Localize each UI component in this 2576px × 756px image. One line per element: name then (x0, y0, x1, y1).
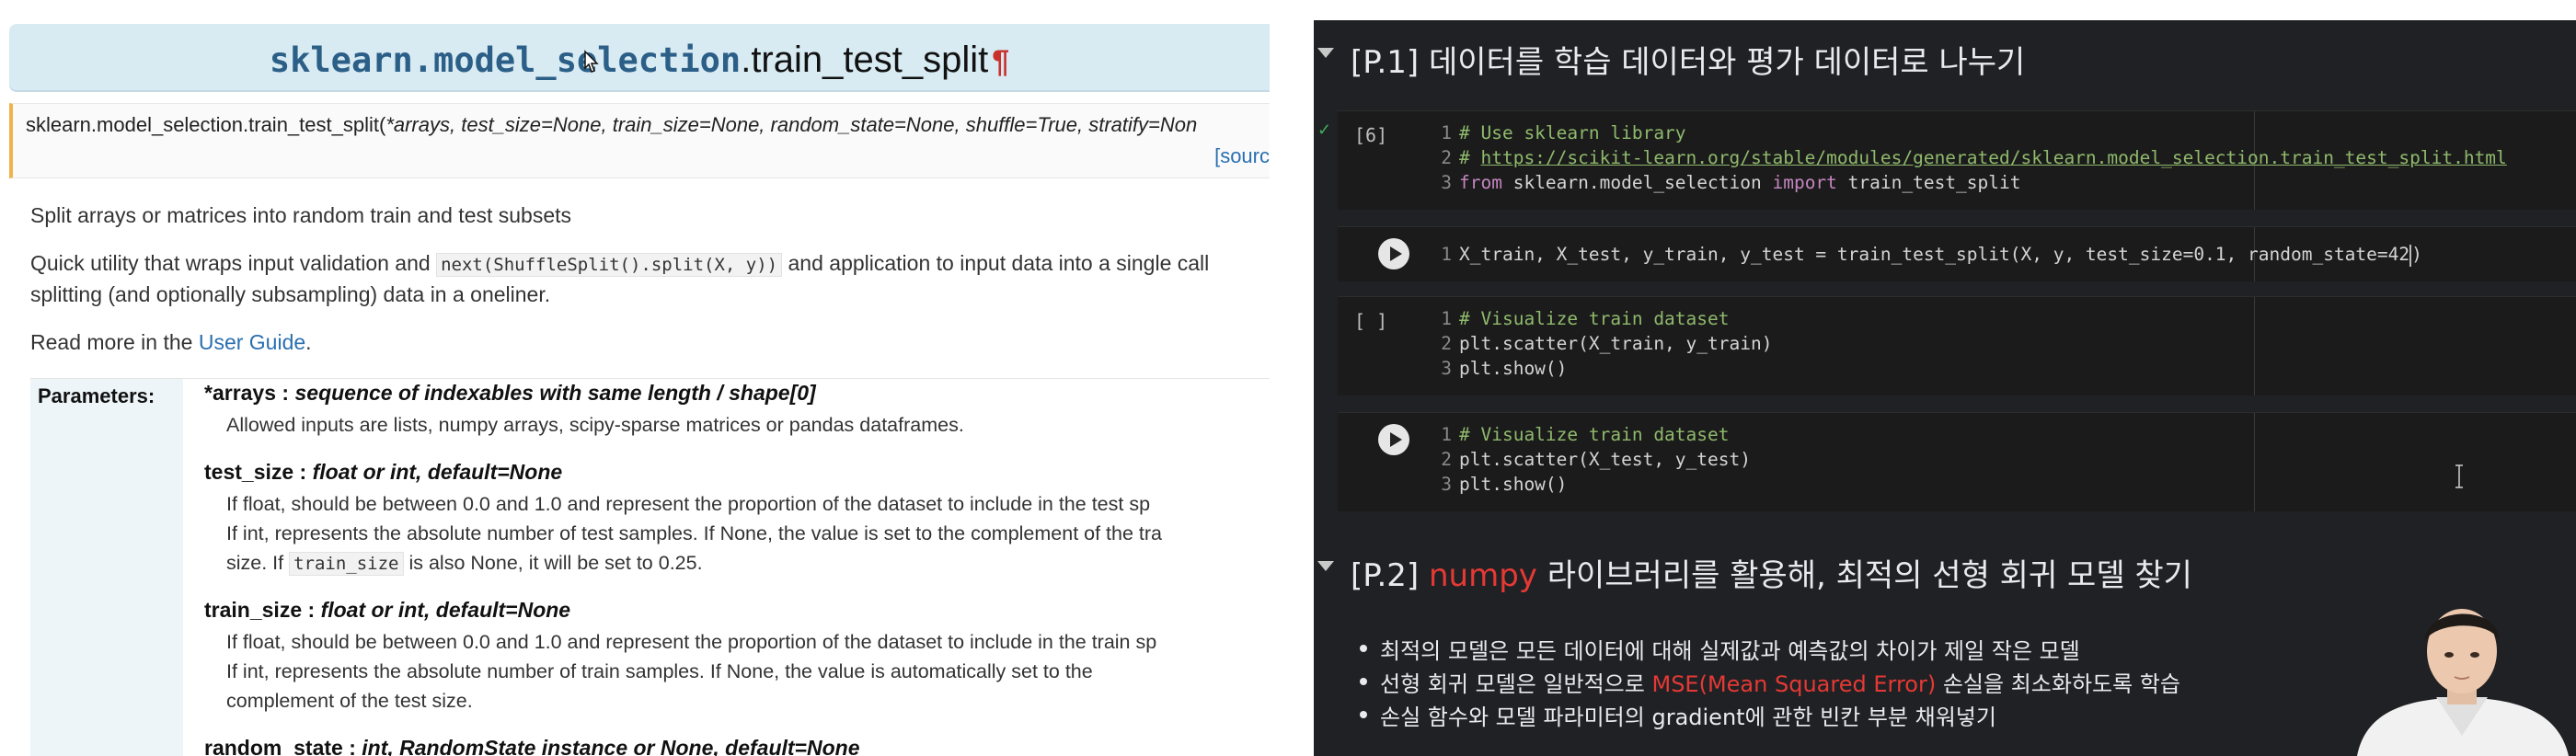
divider (30, 378, 1270, 379)
function-signature: sklearn.model_selection.train_test_split… (9, 103, 1270, 178)
param-description: Allowed inputs are lists, numpy arrays, … (226, 414, 964, 436)
summary-text: Split arrays or matrices into random tra… (30, 203, 572, 227)
title-function: .train_test_split (741, 40, 989, 80)
param-test-size: test_size : float or int, default=None (204, 460, 563, 484)
code-editor[interactable]: 1 # Visualize train dataset 2 plt.scatter(… (1432, 306, 1772, 381)
execution-count: [ ] (1354, 310, 1388, 332)
code-cell[interactable]: ✓ [6] 1 # Use sklearn library 2 # https://… (1317, 110, 2576, 210)
collapse-chevron-icon[interactable] (1317, 48, 1334, 58)
param-description: If int, represents the absolute number o… (226, 522, 1163, 544)
param-random-state: random_state : int, RandomState instance… (204, 736, 860, 756)
pointer-cursor-icon (584, 50, 599, 73)
code-cell[interactable]: 1 X_train, X_test, y_train, y_test = trai… (1338, 226, 2576, 281)
inline-code: next(ShuffleSplit().split(X, y)) (436, 253, 783, 277)
bullet-list: 최적의 모델은 모든 데이터에 대해 실제값과 예측값의 차이가 제일 작은 모… (1360, 633, 2180, 732)
section-header-p1[interactable]: [P.1] 데이터를 학습 데이터와 평가 데이터로 나누기 (1314, 29, 2576, 85)
read-more: Read more in the User Guide. (30, 330, 312, 354)
inline-code: train_size (289, 552, 404, 576)
utility-paragraph: Quick utility that wraps input validatio… (30, 251, 1210, 277)
code-cell[interactable]: [ ] 1 # Visualize train dataset 2 plt.scat… (1338, 296, 2576, 395)
notebook-pane: [P.1] 데이터를 학습 데이터와 평가 데이터로 나누기 ✓ [6] 1 # … (1314, 20, 2576, 756)
parameters-list: *arrays : sequence of indexables with sa… (204, 381, 1270, 756)
param-description: size. If train_size is also None, it wil… (226, 552, 703, 576)
section-title: [P.2] numpy 라이브러리를 활용해, 최적의 선형 회귀 모델 찾기 (1351, 557, 2192, 594)
param-description: If float, should be between 0.0 and 1.0 … (226, 493, 1151, 515)
line-length-ruler (2254, 297, 2255, 395)
docs-url-link[interactable]: https://scikit-learn.org/stable/modules/… (1480, 147, 2506, 168)
text-cursor-icon (2455, 464, 2463, 488)
permalink-icon[interactable]: ¶ (992, 44, 1009, 79)
list-item: 최적의 모델은 모든 데이터에 대해 실제값과 예측값의 차이가 제일 작은 모… (1360, 633, 2180, 666)
code-editor[interactable]: 1 # Use sklearn library 2 # https://scikit… (1432, 120, 2507, 195)
section-header-p2[interactable]: [P.2] numpy 라이브러리를 활용해, 최적의 선형 회귀 모델 찾기 (1314, 543, 2576, 598)
param-description: If float, should be between 0.0 and 1.0 … (226, 631, 1157, 653)
utility-paragraph-line2: splitting (and optionally subsampling) d… (30, 282, 551, 306)
run-cell-icon[interactable] (1378, 424, 1409, 455)
source-link[interactable]: [sourc (1214, 144, 1270, 168)
run-cell-icon[interactable] (1378, 238, 1409, 269)
parameters-label: Parameters: (38, 384, 155, 407)
param-train-size: train_size : float or int, default=None (204, 598, 571, 622)
documentation-pane: sklearn.model_selection.train_test_split… (0, 0, 1270, 756)
parameters-label-column: Parameters: (30, 379, 183, 756)
signature-args: *arrays, test_size=None, train_size=None… (385, 113, 1198, 136)
param-description: complement of the test size. (226, 690, 473, 712)
page-title: sklearn.model_selection.train_test_split… (9, 39, 1270, 83)
list-item: 손실 함수와 모델 파라미터의 gradient에 관한 빈칸 부분 채워넣기 (1360, 699, 2180, 732)
code-cell[interactable]: 1 # Visualize train dataset 2 plt.scatter(… (1338, 412, 2576, 511)
line-length-ruler (2254, 413, 2255, 511)
doc-title-bar: sklearn.model_selection.train_test_split… (9, 24, 1270, 90)
title-module: sklearn.model_selection (269, 40, 742, 80)
list-item: 선형 회귀 모델은 일반적으로 MSE(Mean Squared Error) … (1360, 666, 2180, 699)
signature-prefix: sklearn.model_selection.train_test_split… (26, 113, 386, 136)
executed-check-icon: ✓ (1317, 120, 1332, 139)
param-arrays: *arrays : sequence of indexables with sa… (204, 381, 816, 405)
execution-count: [6] (1354, 124, 1388, 146)
presenter-avatar (2348, 598, 2576, 756)
user-guide-link[interactable]: User Guide (199, 330, 305, 354)
code-editor[interactable]: 1 X_train, X_test, y_train, y_test = trai… (1432, 242, 2422, 267)
section-title: [P.1] 데이터를 학습 데이터와 평가 데이터로 나누기 (1351, 44, 2026, 81)
param-description: If int, represents the absolute number o… (226, 660, 1093, 682)
code-editor[interactable]: 1 # Visualize train dataset 2 plt.scatter(… (1432, 422, 1751, 497)
collapse-chevron-icon[interactable] (1317, 561, 1334, 571)
